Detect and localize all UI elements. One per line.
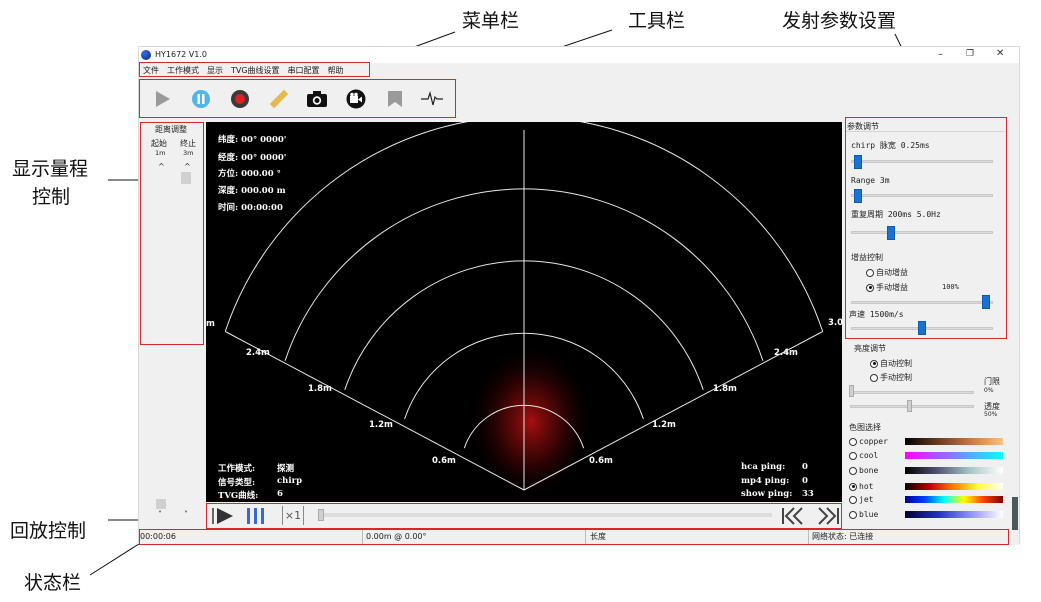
tx-params-highlight — [845, 117, 1007, 339]
window-title: HY1672 V1.0 — [155, 50, 207, 59]
blue-colorbar — [905, 511, 1003, 518]
brightness-title: 亮度调节 — [854, 344, 886, 353]
transparency-value: 50% — [984, 411, 998, 418]
sonar-display[interactable] — [206, 122, 842, 502]
blue-radio[interactable] — [849, 510, 857, 519]
restore-button[interactable]: ❐ — [966, 49, 974, 59]
colormap-option-copper[interactable]: copper — [849, 437, 888, 446]
show-ping-value: 33 — [802, 489, 814, 499]
range-end-down-button[interactable]: ˅ — [184, 510, 188, 519]
colormap-title: 色图选择 — [849, 423, 881, 432]
work-mode-value: 探测 — [277, 464, 295, 474]
brightness-manual-radio[interactable] — [870, 373, 878, 382]
brightness-auto-radio[interactable] — [870, 359, 878, 368]
cool-colorbar — [905, 452, 1003, 459]
range-start-slider-handle[interactable] — [156, 499, 166, 509]
playback-highlight — [206, 503, 842, 529]
colormap-option-cool[interactable]: cool — [849, 451, 878, 460]
latitude-readout: 纬度: 00° 0000' — [218, 135, 287, 145]
colormap-option-jet[interactable]: jet — [849, 495, 873, 504]
toolbar-highlight — [139, 79, 456, 118]
threshold-slider-track[interactable] — [850, 391, 974, 394]
hca-ping-value: 0 — [802, 462, 808, 472]
threshold-value: 0% — [984, 387, 994, 394]
app-logo-icon — [141, 50, 151, 60]
threshold-label: 门限 — [984, 377, 1000, 386]
minimize-button[interactable]: – — [938, 49, 943, 60]
tvg-curve-label: TVG曲线: — [218, 491, 259, 501]
ring-label-2.4-right: 2.4m — [774, 348, 798, 358]
signal-type-label: 信号类型: — [218, 478, 256, 488]
hca-ping-label: hca ping: — [741, 462, 786, 472]
ring-label-edge-left: m — [206, 319, 215, 329]
ring-label-0.6-left: 0.6m — [432, 456, 456, 466]
ring-label-1.2-right: 1.2m — [652, 420, 676, 430]
time-readout: 时间: 00:00:00 — [218, 203, 283, 213]
work-mode-readout: 工作模式: — [218, 464, 256, 474]
signal-type-value: chirp — [277, 476, 303, 486]
hot-colorbar — [905, 483, 1003, 490]
bone-radio[interactable] — [849, 466, 857, 475]
ring-label-edge-right: 3.0 — [828, 318, 844, 328]
jet-radio[interactable] — [849, 495, 857, 504]
ring-label-1.8-left: 1.8m — [308, 384, 332, 394]
longitude-readout: 经度: 00° 0000' — [218, 153, 287, 163]
ring-label-2.4-left: 2.4m — [246, 348, 270, 358]
copper-radio[interactable] — [849, 437, 857, 446]
echo-returns — [471, 347, 591, 497]
hot-radio[interactable] — [849, 482, 857, 491]
ring-label-1.8-right: 1.8m — [713, 384, 737, 394]
transparency-slider-track[interactable] — [850, 405, 974, 408]
bearing-readout: 方位: 000.00 ° — [218, 169, 281, 179]
sonar-fan-grid — [224, 122, 824, 497]
range-control-highlight — [140, 122, 204, 345]
range-start-down-button[interactable]: ˅ — [158, 510, 162, 519]
title-bar — [139, 47, 1019, 63]
close-button[interactable]: ✕ — [996, 48, 1004, 59]
mp4-ping-label: mp4 ping: — [741, 476, 790, 486]
ring-label-0.6-right: 0.6m — [589, 456, 613, 466]
ring-label-1.2-left: 1.2m — [369, 420, 393, 430]
brightness-auto-option[interactable]: 自动控制 — [870, 358, 912, 369]
threshold-slider-thumb[interactable] — [849, 385, 854, 397]
transparency-slider-thumb[interactable] — [907, 400, 912, 412]
depth-readout: 深度: 000.00 m — [218, 186, 286, 196]
bone-colorbar — [905, 467, 1003, 474]
menubar-highlight — [139, 62, 370, 77]
side-scroll-handle[interactable] — [1012, 497, 1018, 531]
colormap-option-bone[interactable]: bone — [849, 466, 878, 475]
brightness-manual-option[interactable]: 手动控制 — [870, 372, 912, 383]
mp4-ping-value: 0 — [802, 476, 808, 486]
cool-radio[interactable] — [849, 451, 857, 460]
colormap-option-blue[interactable]: blue — [849, 510, 878, 519]
show-ping-label: show ping: — [741, 489, 793, 499]
jet-colorbar — [905, 496, 1003, 503]
statusbar-highlight — [139, 529, 1009, 545]
tvg-curve-value: 6 — [277, 489, 283, 499]
copper-colorbar — [905, 438, 1003, 445]
colormap-option-hot[interactable]: hot — [849, 482, 873, 491]
